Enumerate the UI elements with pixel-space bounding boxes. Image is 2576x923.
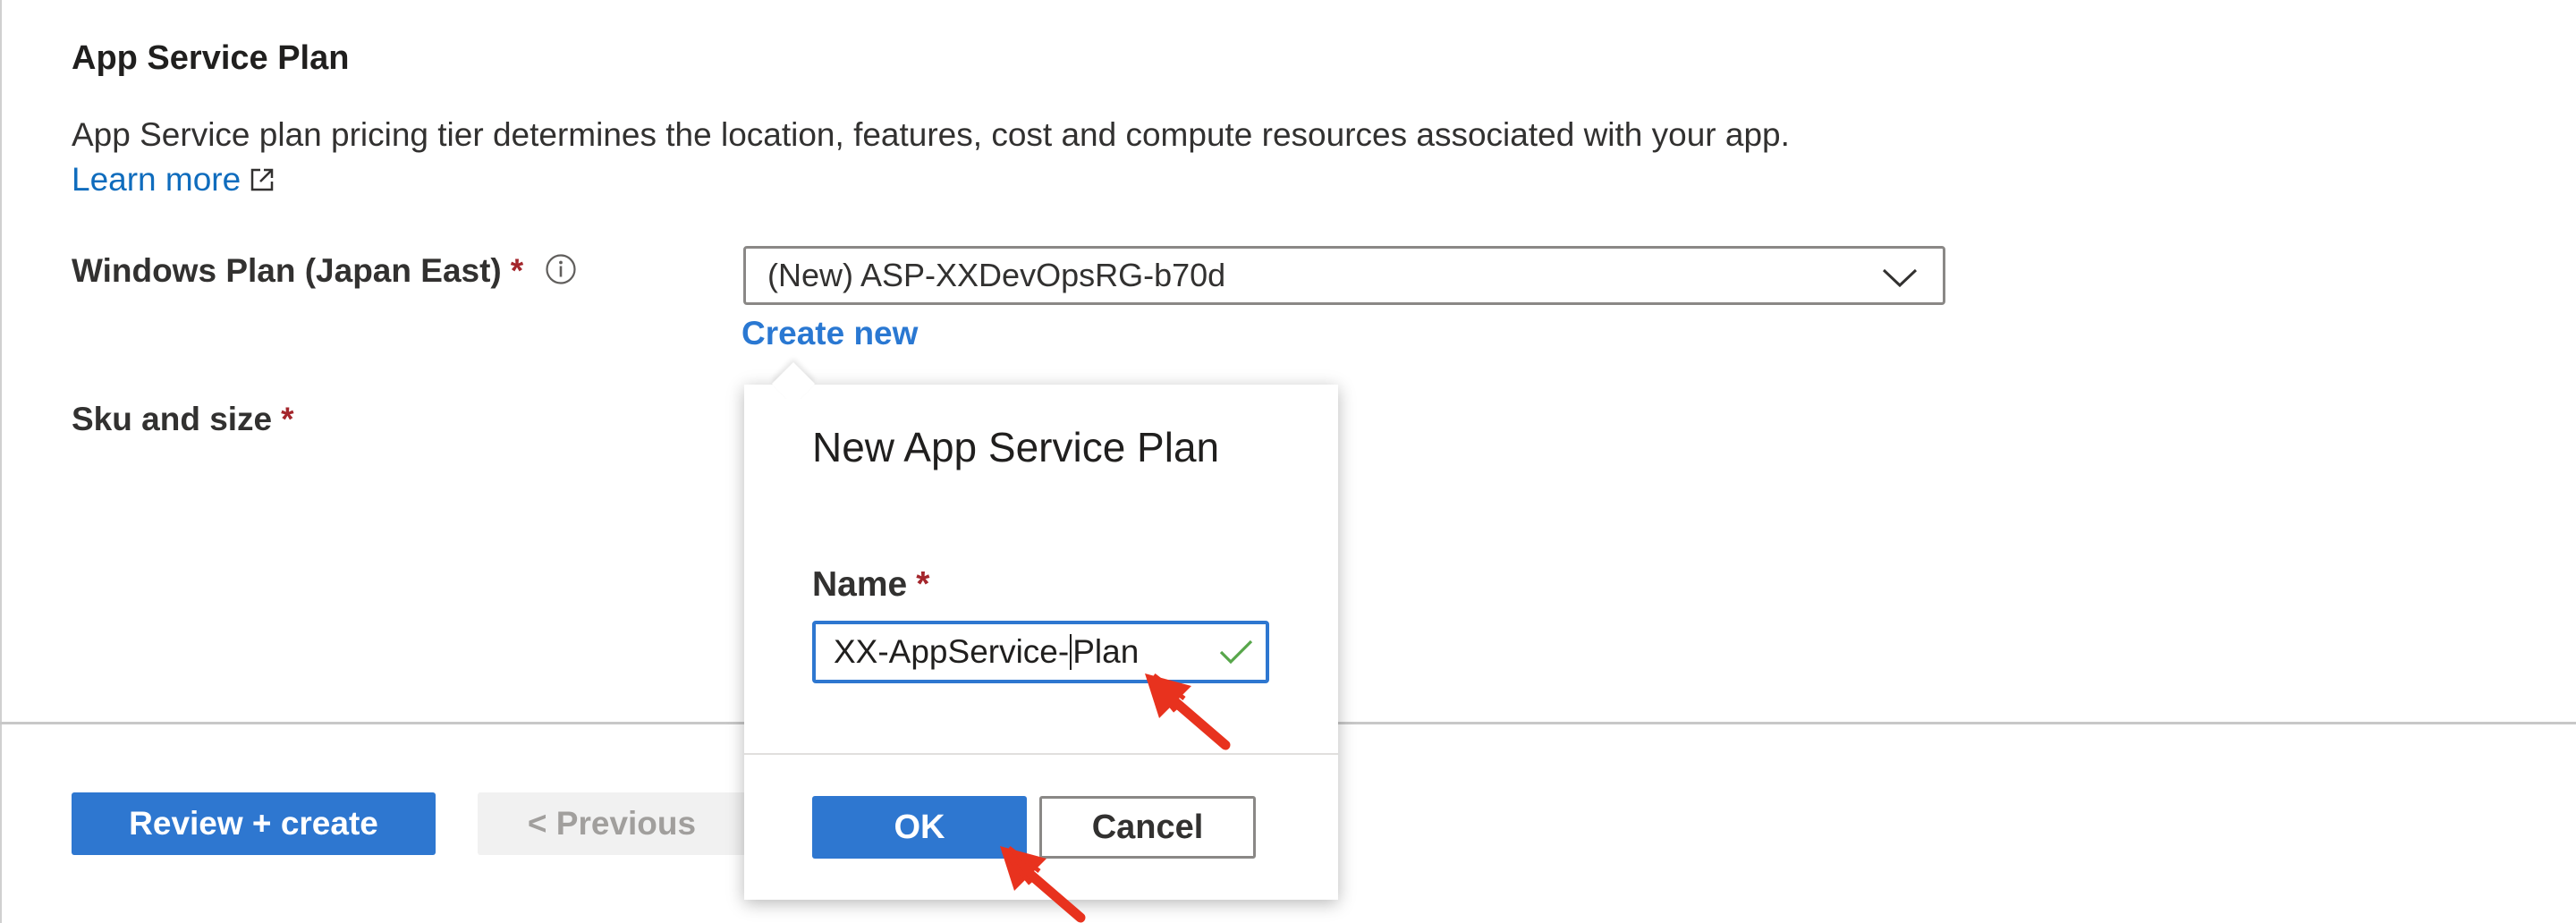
text-cursor: [1070, 634, 1072, 670]
sku-size-label-text: Sku and size: [72, 401, 273, 437]
required-mark: *: [281, 401, 294, 437]
windows-plan-selected-value: (New) ASP-XXDevOpsRG-b70d: [767, 257, 1226, 293]
callout-top-fill: [744, 399, 1338, 426]
windows-plan-dropdown[interactable]: (New) ASP-XXDevOpsRG-b70d: [743, 246, 1945, 305]
callout-divider: [744, 753, 1338, 755]
chevron-down-icon: [1882, 268, 1918, 288]
learn-more-label: Learn more: [72, 161, 242, 198]
callout-title: New App Service Plan: [812, 424, 1220, 470]
create-new-link[interactable]: Create new: [741, 315, 918, 352]
sku-size-label: Sku and size *: [72, 401, 294, 438]
previous-button: < Previous: [478, 792, 746, 855]
name-label-text: Name: [812, 565, 908, 604]
section-title: App Service Plan: [72, 39, 350, 77]
windows-plan-label-text: Windows Plan (Japan East): [72, 252, 502, 289]
plan-name-text-before-caret: XX-AppService-: [834, 633, 1070, 670]
learn-more-link[interactable]: Learn more: [72, 161, 276, 199]
external-link-icon: [250, 168, 274, 191]
section-description: App Service plan pricing tier determines…: [72, 116, 1790, 153]
name-label: Name *: [812, 565, 929, 605]
checkmark-icon: [1219, 639, 1253, 665]
review-create-button[interactable]: Review + create: [72, 792, 436, 855]
red-arrow-annotation: [1000, 846, 1086, 923]
required-mark: *: [916, 565, 930, 604]
info-icon[interactable]: [545, 253, 577, 285]
windows-plan-label: Windows Plan (Japan East) *: [72, 252, 523, 290]
plan-name-text-after-caret: Plan: [1072, 633, 1140, 670]
required-mark: *: [510, 252, 524, 289]
left-border: [0, 0, 2, 923]
red-arrow-annotation: [1145, 673, 1231, 750]
